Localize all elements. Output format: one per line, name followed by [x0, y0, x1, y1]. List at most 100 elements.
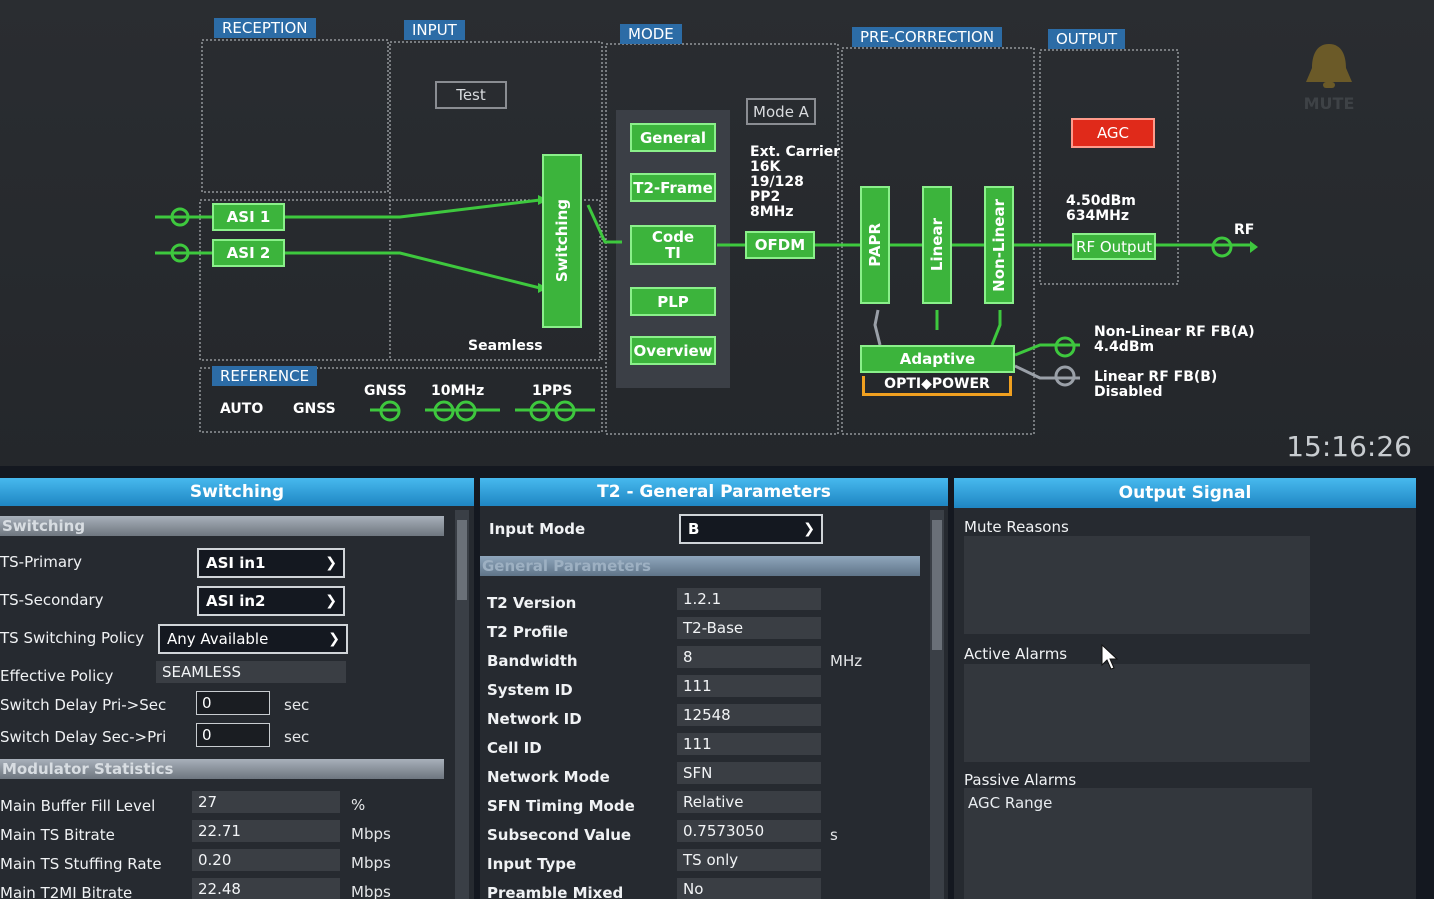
stat-unit: %	[351, 796, 366, 814]
mute-reasons-list	[964, 536, 1310, 634]
switch-delay-pri-sec-unit: sec	[284, 696, 310, 714]
output-panel-title: Output Signal	[954, 478, 1416, 508]
asi2-input-button[interactable]: ASI 2	[212, 239, 285, 267]
switch-delay-sec-pri-unit: sec	[284, 728, 310, 746]
chevron-down-icon: ❯	[325, 593, 337, 609]
t2-param-label: System ID	[487, 681, 573, 699]
mode-overview-button[interactable]: Overview	[630, 336, 716, 365]
mode-code-ti-button[interactable]: Code TI	[630, 225, 716, 265]
t2-param-label: Preamble Mixed	[487, 884, 624, 899]
optipower-logo: OPTI◆POWER	[862, 376, 1012, 396]
ts-switching-policy-label: TS Switching Policy	[0, 629, 145, 647]
t2-param-label: T2 Profile	[487, 623, 569, 641]
asi1-input-button[interactable]: ASI 1	[212, 203, 285, 231]
t2-panel-title: T2 - General Parameters	[480, 478, 948, 506]
effective-policy-value: SEAMLESS	[156, 661, 346, 683]
chevron-down-icon: ❯	[803, 521, 815, 537]
reference-gnss: GNSS	[293, 401, 336, 417]
stat-value: 0.20	[192, 849, 340, 871]
section-output: OUTPUT	[1048, 29, 1126, 49]
ts-primary-label: TS-Primary	[0, 553, 83, 571]
bell-icon	[1306, 44, 1352, 88]
t2-param-label: Cell ID	[487, 739, 542, 757]
papr-label: PAPR	[866, 223, 884, 267]
switching-scrollbar[interactable]	[455, 510, 469, 899]
signal-flow-diagram: RECEPTION INPUT MODE PRE-CORRECTION OUTP…	[0, 0, 1434, 466]
t2-general-parameters-panel: T2 - General Parameters Input Mode B ❯ Ge…	[480, 478, 948, 899]
t2-param-label: Network Mode	[487, 768, 610, 786]
section-precorrection: PRE-CORRECTION	[852, 27, 1003, 47]
switching-label: Switching	[553, 199, 571, 283]
section-input: INPUT	[404, 20, 465, 40]
mode-a-button[interactable]: Mode A	[746, 98, 816, 125]
mode-plp-button[interactable]: PLP	[630, 287, 716, 316]
t2-param-value: 1.2.1	[677, 588, 821, 610]
ofdm-block[interactable]: OFDM	[745, 231, 815, 259]
t2-scrollbar-thumb[interactable]	[932, 520, 942, 650]
linear-label: Linear	[928, 218, 946, 272]
output-signal-panel: Output Signal Mute Reasons Active Alarms…	[954, 478, 1416, 899]
switch-delay-pri-sec-input[interactable]: 0	[196, 691, 270, 715]
switching-panel-title: Switching	[0, 478, 474, 506]
t2-param-label: Subsecond Value	[487, 826, 632, 844]
switch-delay-sec-pri-label: Switch Delay Sec->Pri	[0, 728, 167, 746]
t2-param-value: Relative	[677, 791, 821, 813]
chevron-down-icon: ❯	[328, 631, 340, 647]
ts-secondary-value: ASI in2	[206, 592, 266, 610]
output-level-info: 4.50dBm 634MHz	[1066, 193, 1136, 224]
diagram-connectors	[155, 39, 1258, 435]
section-reference[interactable]: REFERENCE	[212, 366, 318, 386]
ext-carrier-info: Ext. Carrier 16K 19/128 PP2 8MHz	[750, 144, 841, 220]
papr-block[interactable]: PAPR	[860, 186, 890, 304]
t2-param-label: Network ID	[487, 710, 582, 728]
switching-block[interactable]: Switching	[542, 154, 582, 328]
adaptive-block[interactable]: Adaptive	[860, 345, 1015, 373]
stat-unit: Mbps	[351, 854, 391, 872]
switching-section-header: Switching	[0, 516, 444, 536]
test-button[interactable]: Test	[435, 81, 507, 109]
effective-policy-label: Effective Policy	[0, 667, 114, 685]
nonlinear-block[interactable]: Non-Linear	[984, 186, 1014, 304]
ts-primary-select[interactable]: ASI in1 ❯	[197, 548, 345, 578]
passive-alarms-list: AGC Range	[964, 788, 1312, 899]
t2-scrollbar[interactable]	[930, 510, 944, 899]
t2-param-label: Bandwidth	[487, 652, 578, 670]
ts-switching-policy-select[interactable]: Any Available ❯	[158, 624, 348, 654]
switch-delay-sec-pri-input[interactable]: 0	[196, 723, 270, 747]
mouse-cursor-icon	[1101, 643, 1119, 670]
rf-label: RF	[1234, 222, 1255, 238]
t2-param-value: 111	[677, 733, 821, 755]
switching-scrollbar-thumb[interactable]	[457, 520, 467, 600]
mute-button[interactable]: MUTE	[1298, 40, 1360, 120]
stat-label: Main TS Bitrate	[0, 826, 115, 844]
stat-label: Main T2MI Bitrate	[0, 884, 133, 899]
t2-param-unit: s	[830, 826, 838, 844]
ts-secondary-label: TS-Secondary	[0, 591, 104, 609]
input-mode-value: B	[688, 520, 700, 538]
t2-param-value: 0.7573050	[677, 820, 821, 842]
linear-block[interactable]: Linear	[922, 186, 952, 304]
nonlinear-feedback-info: Non-Linear RF FB(A) 4.4dBm	[1094, 324, 1255, 355]
ts-primary-value: ASI in1	[206, 554, 266, 572]
agc-indicator[interactable]: AGC	[1071, 118, 1155, 148]
mode-general-button[interactable]: General	[630, 123, 716, 152]
mute-reasons-label: Mute Reasons	[964, 518, 1069, 536]
rf-output-block[interactable]: RF Output	[1072, 233, 1156, 260]
t2-param-label: SFN Timing Mode	[487, 797, 635, 815]
stat-label: Main TS Stuffing Rate	[0, 855, 162, 873]
chevron-down-icon: ❯	[325, 555, 337, 571]
input-mode-select[interactable]: B ❯	[679, 514, 823, 544]
t2-param-value: SFN	[677, 762, 821, 784]
10mhz-input-label: 10MHz	[431, 383, 485, 399]
section-reception: RECEPTION	[214, 18, 316, 38]
ts-secondary-select[interactable]: ASI in2 ❯	[197, 586, 345, 616]
seamless-label: Seamless	[468, 338, 543, 354]
t2-param-label: T2 Version	[487, 594, 577, 612]
stat-value: 27	[192, 791, 340, 813]
mode-t2frame-button[interactable]: T2-Frame	[630, 173, 716, 202]
clock: 15:16:26	[1286, 430, 1412, 463]
t2-param-label: Input Type	[487, 855, 577, 873]
switching-panel: Switching Switching TS-Primary ASI in1 ❯ …	[0, 478, 474, 899]
t2-param-value: 8	[677, 646, 821, 668]
t2-param-value: 12548	[677, 704, 821, 726]
